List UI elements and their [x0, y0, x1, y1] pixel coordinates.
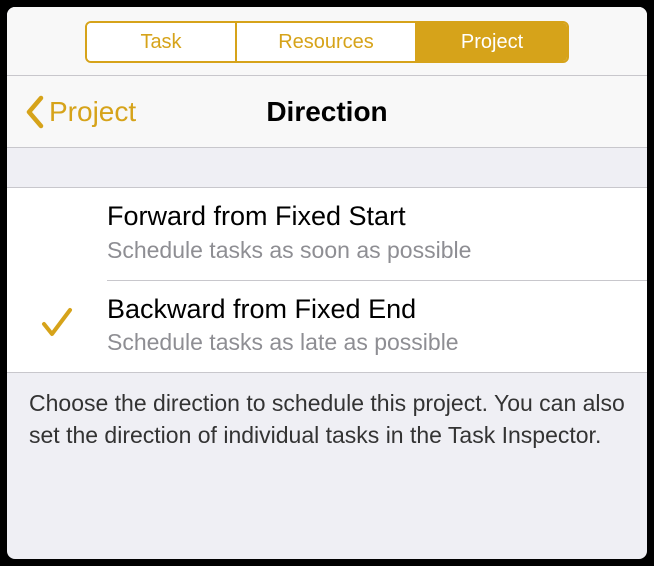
screen: Task Resources Project Project Direction…	[7, 7, 647, 559]
footer-help-text: Choose the direction to schedule this pr…	[7, 373, 647, 451]
back-button[interactable]: Project	[7, 95, 136, 129]
segmented-control: Task Resources Project	[85, 21, 569, 63]
option-texts: Forward from Fixed Start Schedule tasks …	[107, 200, 627, 266]
option-subtitle: Schedule tasks as late as possible	[107, 328, 627, 358]
option-texts: Backward from Fixed End Schedule tasks a…	[107, 293, 627, 359]
checkmark-slot	[7, 304, 107, 347]
tab-task[interactable]: Task	[87, 23, 237, 61]
checkmark-icon	[37, 304, 77, 347]
back-label: Project	[49, 96, 136, 128]
option-forward[interactable]: Forward from Fixed Start Schedule tasks …	[7, 188, 647, 280]
option-title: Backward from Fixed End	[107, 293, 627, 327]
direction-options-list: Forward from Fixed Start Schedule tasks …	[7, 188, 647, 373]
option-backward[interactable]: Backward from Fixed End Schedule tasks a…	[7, 281, 647, 373]
option-subtitle: Schedule tasks as soon as possible	[107, 236, 627, 266]
tab-resources[interactable]: Resources	[237, 23, 417, 61]
navbar: Project Direction	[7, 76, 647, 148]
toolbar: Task Resources Project	[7, 7, 647, 76]
chevron-left-icon	[25, 95, 45, 129]
tab-project[interactable]: Project	[417, 23, 567, 61]
section-spacer	[7, 148, 647, 188]
option-title: Forward from Fixed Start	[107, 200, 627, 234]
